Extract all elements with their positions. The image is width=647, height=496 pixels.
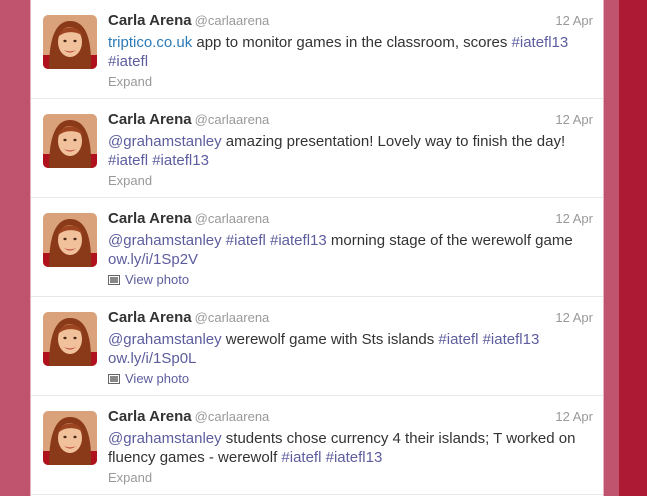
tweet-timestamp[interactable]: 12 Apr (555, 112, 593, 127)
tweet-fullname[interactable]: Carla Arena (108, 111, 192, 128)
expand-link[interactable]: Expand (108, 74, 593, 89)
avatar[interactable] (43, 213, 97, 267)
tweet-fullname[interactable]: Carla Arena (108, 408, 192, 425)
tweet-hashtag[interactable]: #iatefl13 (326, 449, 383, 466)
background-accent-strip (619, 0, 647, 496)
tweet-2[interactable]: Carla Arena @carlaarena 12 Apr @grahamsta… (31, 99, 603, 198)
tweet-username[interactable]: @carlaarena (195, 409, 270, 424)
tweet-content: Carla Arena @carlaarena 12 Apr @grahamsta… (108, 309, 593, 386)
tweet-hashtag[interactable]: #iatefl13 (152, 152, 209, 169)
tweet-hashtag[interactable]: ow.ly/i/1Sp0L (108, 350, 196, 367)
avatar[interactable] (43, 15, 97, 69)
tweet-timestamp[interactable]: 12 Apr (555, 211, 593, 226)
tweet-hashtag[interactable]: #iatefl (281, 449, 321, 466)
tweet-header: Carla Arena @carlaarena 12 Apr (108, 111, 593, 130)
tweet-mention[interactable]: @grahamstanley (108, 430, 222, 447)
tweet-username[interactable]: @carlaarena (195, 112, 270, 127)
tweet-hashtag[interactable]: #iatefl13 (512, 34, 569, 51)
tweet-header: Carla Arena @carlaarena 12 Apr (108, 408, 593, 427)
tweet-content: Carla Arena @carlaarena 12 Apr @grahamsta… (108, 111, 593, 188)
tweet-timestamp[interactable]: 12 Apr (555, 409, 593, 424)
tweet-text: triptico.co.uk app to monitor games in t… (108, 33, 593, 71)
avatar[interactable] (43, 114, 97, 168)
tweet-text: @grahamstanley amazing presentation! Lov… (108, 132, 593, 170)
photo-icon (108, 274, 120, 285)
tweet-hashtag[interactable]: #iatefl (108, 152, 148, 169)
expand-link[interactable]: Expand (108, 173, 593, 188)
tweet-hashtag[interactable]: #iatefl13 (483, 331, 540, 348)
background-edge (602, 0, 619, 496)
tweet-hashtag[interactable]: #iatefl13 (270, 232, 327, 249)
tweet-hashtag[interactable]: #iatefl (438, 331, 478, 348)
photo-icon (108, 373, 120, 384)
tweet-text-segment: werewolf game with Sts islands (221, 331, 439, 348)
view-photo-link[interactable]: View photo (108, 371, 593, 386)
view-photo-link[interactable]: View photo (108, 272, 593, 287)
tweet-timestamp[interactable]: 12 Apr (555, 13, 593, 28)
tweet-username[interactable]: @carlaarena (195, 310, 270, 325)
avatar-photo-icon (43, 15, 97, 69)
avatar-photo-icon (43, 312, 97, 366)
tweet-hashtag[interactable]: #iatefl (226, 232, 266, 249)
tweet-username[interactable]: @carlaarena (195, 211, 270, 226)
tweet-fullname[interactable]: Carla Arena (108, 12, 192, 29)
tweet-text-segment: morning stage of the werewolf game (326, 232, 573, 249)
avatar-photo-icon (43, 213, 97, 267)
tweet-content: Carla Arena @carlaarena 12 Apr @grahamsta… (108, 408, 593, 485)
tweet-hashtag[interactable]: ow.ly/i/1Sp2V (108, 251, 198, 268)
tweet-timeline: Carla Arena @carlaarena 12 Apr triptico.c… (30, 0, 604, 496)
tweet-mention[interactable]: @grahamstanley (108, 133, 222, 150)
tweet-3[interactable]: Carla Arena @carlaarena 12 Apr @grahamsta… (31, 198, 603, 297)
tweet-1[interactable]: Carla Arena @carlaarena 12 Apr triptico.c… (31, 0, 603, 99)
avatar-photo-icon (43, 114, 97, 168)
tweet-header: Carla Arena @carlaarena 12 Apr (108, 12, 593, 31)
tweet-link[interactable]: triptico.co.uk (108, 34, 192, 51)
avatar-photo-icon (43, 411, 97, 465)
view-photo-label: View photo (125, 272, 190, 287)
tweet-text-segment: amazing presentation! Lovely way to fini… (221, 133, 566, 150)
tweet-content: Carla Arena @carlaarena 12 Apr triptico.c… (108, 12, 593, 89)
tweet-text: @grahamstanley werewolf game with Sts is… (108, 330, 593, 368)
avatar[interactable] (43, 312, 97, 366)
tweet-mention[interactable]: @grahamstanley (108, 232, 222, 249)
tweet-header: Carla Arena @carlaarena 12 Apr (108, 210, 593, 229)
tweet-content: Carla Arena @carlaarena 12 Apr @grahamsta… (108, 210, 593, 287)
tweet-hashtag[interactable]: #iatefl (108, 53, 148, 70)
tweet-text: @grahamstanley #iatefl #iatefl13 morning… (108, 231, 593, 269)
tweet-username[interactable]: @carlaarena (195, 13, 270, 28)
view-photo-label: View photo (125, 371, 190, 386)
tweet-5[interactable]: Carla Arena @carlaarena 12 Apr @grahamsta… (31, 396, 603, 495)
tweet-fullname[interactable]: Carla Arena (108, 309, 192, 326)
tweet-text: @grahamstanley students chose currency 4… (108, 429, 593, 467)
tweet-fullname[interactable]: Carla Arena (108, 210, 192, 227)
expand-link[interactable]: Expand (108, 470, 593, 485)
tweet-timestamp[interactable]: 12 Apr (555, 310, 593, 325)
tweet-4[interactable]: Carla Arena @carlaarena 12 Apr @grahamsta… (31, 297, 603, 396)
tweet-mention[interactable]: @grahamstanley (108, 331, 222, 348)
tweet-text-segment: app to monitor games in the classroom, s… (192, 34, 512, 51)
avatar[interactable] (43, 411, 97, 465)
tweet-header: Carla Arena @carlaarena 12 Apr (108, 309, 593, 328)
